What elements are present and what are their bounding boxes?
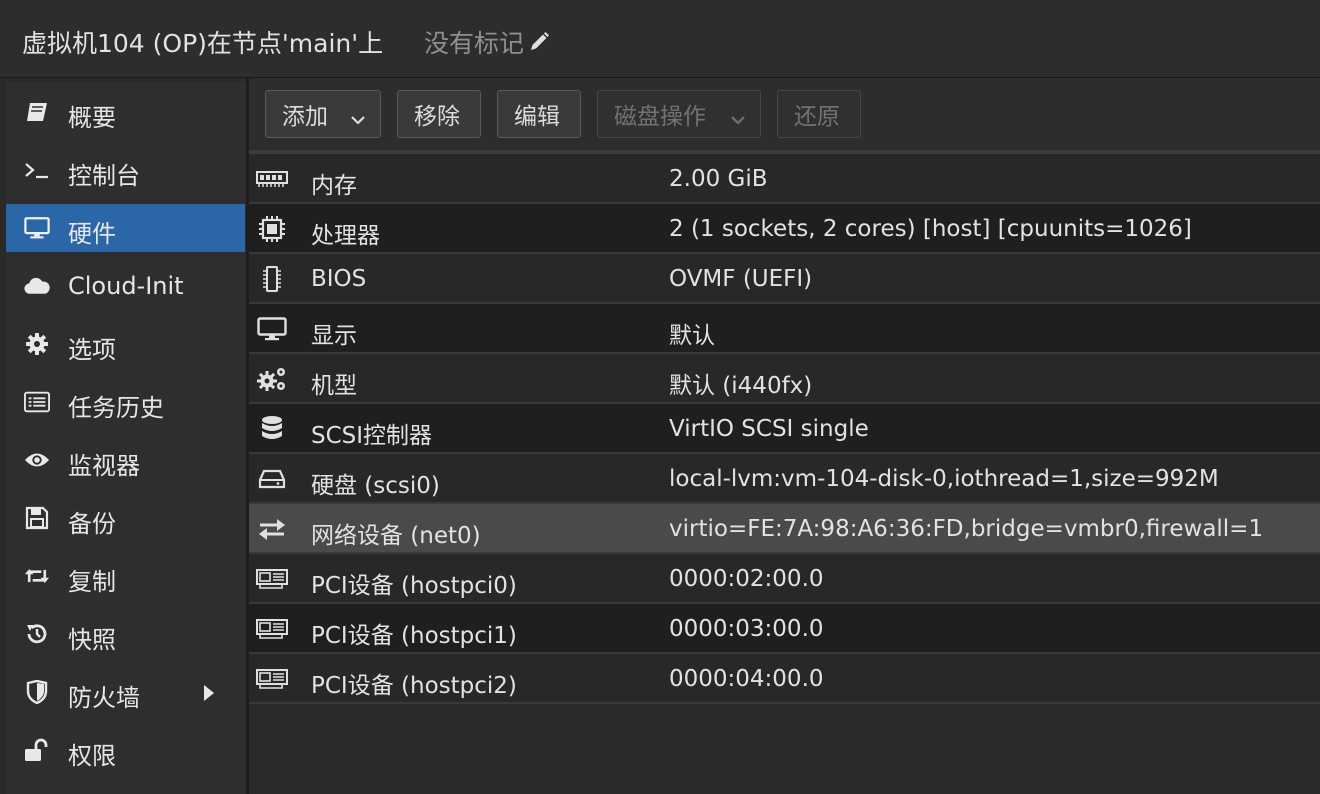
table-row[interactable]: SCSI控制器 VirtIO SCSI single xyxy=(249,404,1320,454)
memory-icon xyxy=(255,166,289,192)
table-row[interactable]: 硬盘 (scsi0) local-lvm:vm-104-disk-0,iothr… xyxy=(249,454,1320,504)
shield-icon xyxy=(24,680,50,704)
pci-card-icon xyxy=(255,666,289,692)
terminal-icon xyxy=(24,158,50,182)
page-title: 虚拟机104 (OP)在节点'main'上 xyxy=(22,29,384,58)
exchange-icon xyxy=(255,516,289,542)
add-button[interactable]: 添加 xyxy=(265,90,381,138)
table-row[interactable]: PCI设备 (hostpci1) 0000:03:00.0 xyxy=(249,604,1320,654)
pencil-icon[interactable] xyxy=(528,31,550,53)
pci-card-icon xyxy=(255,616,289,642)
disk-action-button[interactable]: 磁盘操作 xyxy=(597,90,761,138)
submenu-arrow-icon[interactable] xyxy=(203,684,215,706)
table-row[interactable]: 显示 默认 xyxy=(249,304,1320,354)
eye-icon xyxy=(24,448,50,472)
table-row[interactable]: 机型 默认 (i440fx) xyxy=(249,354,1320,404)
sidebar-nav: 概要 控制台 硬件 Cloud-Init 选项 任务历史 监视器 备份 复制 快… xyxy=(6,82,246,794)
unlock-icon xyxy=(24,738,50,762)
sidebar-item-task-history[interactable]: 任务历史 xyxy=(6,378,245,426)
hdd-icon xyxy=(255,466,289,492)
floppy-icon xyxy=(24,506,50,530)
sidebar-item-monitor[interactable]: 监视器 xyxy=(6,436,245,484)
table-row[interactable]: 网络设备 (net0) virtio=FE:7A:98:A6:36:FD,bri… xyxy=(249,504,1320,554)
chevron-down-icon xyxy=(350,107,366,133)
sidebar-item-backup[interactable]: 备份 xyxy=(6,494,245,542)
tags-label: 没有标记 xyxy=(424,29,525,58)
toolbar: 添加 移除 编辑 磁盘操作 还原 xyxy=(249,78,1320,152)
sidebar-item-firewall[interactable]: 防火墙 xyxy=(6,668,245,716)
microchip-icon xyxy=(255,266,289,292)
sidebar-item-replication[interactable]: 复制 xyxy=(6,552,245,600)
pci-card-icon xyxy=(255,566,289,592)
revert-button[interactable]: 还原 xyxy=(777,90,861,138)
book-icon xyxy=(24,100,50,124)
retweet-icon xyxy=(24,564,50,588)
sidebar-item-permissions[interactable]: 权限 xyxy=(6,726,245,774)
gear-icon xyxy=(24,332,50,356)
sidebar-item-cloud-init[interactable]: Cloud-Init xyxy=(6,262,245,310)
monitor-icon xyxy=(24,216,50,240)
table-row[interactable]: 内存 2.00 GiB xyxy=(249,154,1320,204)
sidebar-item-summary[interactable]: 概要 xyxy=(6,88,245,136)
sidebar-item-console[interactable]: 控制台 xyxy=(6,146,245,194)
history-icon xyxy=(24,622,50,646)
sidebar-item-hardware[interactable]: 硬件 xyxy=(6,204,245,252)
table-row[interactable]: PCI设备 (hostpci2) 0000:04:00.0 xyxy=(249,654,1320,704)
edit-button[interactable]: 编辑 xyxy=(497,90,581,138)
tags-edit[interactable]: 没有标记 xyxy=(424,24,550,60)
desktop-icon xyxy=(255,316,289,342)
table-row[interactable]: PCI设备 (hostpci0) 0000:02:00.0 xyxy=(249,554,1320,604)
remove-button[interactable]: 移除 xyxy=(397,90,481,138)
hardware-panel: 添加 移除 编辑 磁盘操作 还原 内存 2.00 GiB 处理器 2 (1 so… xyxy=(249,78,1320,794)
table-row[interactable]: BIOS OVMF (UEFI) xyxy=(249,254,1320,304)
database-icon xyxy=(255,416,289,442)
sidebar-item-snapshots[interactable]: 快照 xyxy=(6,610,245,658)
chevron-down-icon xyxy=(730,107,746,133)
table-row[interactable]: 处理器 2 (1 sockets, 2 cores) [host] [cpuun… xyxy=(249,204,1320,254)
cpu-icon xyxy=(255,216,289,242)
page-header: 虚拟机104 (OP)在节点'main'上 没有标记 xyxy=(0,0,1320,78)
sidebar-item-options[interactable]: 选项 xyxy=(6,320,245,368)
cogs-icon xyxy=(255,366,289,392)
cloud-icon xyxy=(24,274,50,298)
list-icon xyxy=(24,390,50,414)
